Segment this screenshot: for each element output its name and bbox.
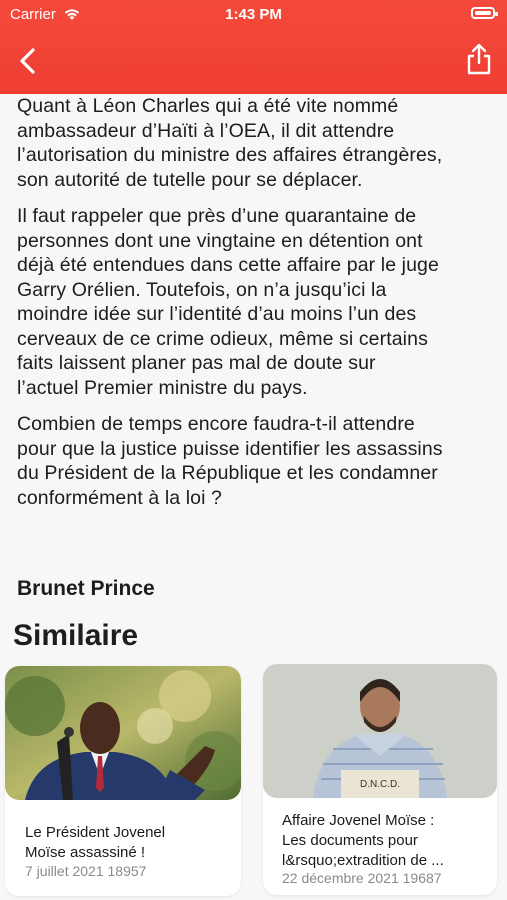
similar-article-card[interactable]: Le Président Jovenel Moïse assassiné ! 7… [5,666,241,896]
status-bar: Carrier 1:43 PM [0,6,507,24]
article-paragraph: Quant à Léon Charles qui a été vite nomm… [17,95,443,191]
card-title: Le Président Jovenel Moïse assassiné ! [25,824,166,861]
similar-heading: Similaire [13,619,139,652]
article-thumbnail [5,666,241,800]
dncd-badge: D.N.C.D. [360,779,400,790]
article-paragraph: Il faut rappeler que près d’une quaranta… [17,205,439,399]
share-icon[interactable] [465,42,493,76]
card-meta: 22 décembre 2021 19687 [282,870,442,886]
chevron-left-icon[interactable] [12,44,46,78]
card-title: Affaire Jovenel Moïse : Les documents po… [282,812,444,869]
article-paragraph: Combien de temps encore faudra-t-il atte… [17,413,443,509]
status-time: 1:43 PM [225,6,282,23]
similar-article-card[interactable]: D.N.C.D. Affaire Jovenel Moïse : Les doc… [263,664,497,895]
article-author: Brunet Prince [17,577,155,600]
battery-icon [471,7,498,19]
navigation-bar: Carrier 1:43 PM [0,0,507,94]
card-meta: 7 juillet 2021 18957 [25,863,147,879]
article-body: Quant à Léon Charles qui a été vite nomm… [17,94,493,522]
article-thumbnail: D.N.C.D. [263,664,497,798]
